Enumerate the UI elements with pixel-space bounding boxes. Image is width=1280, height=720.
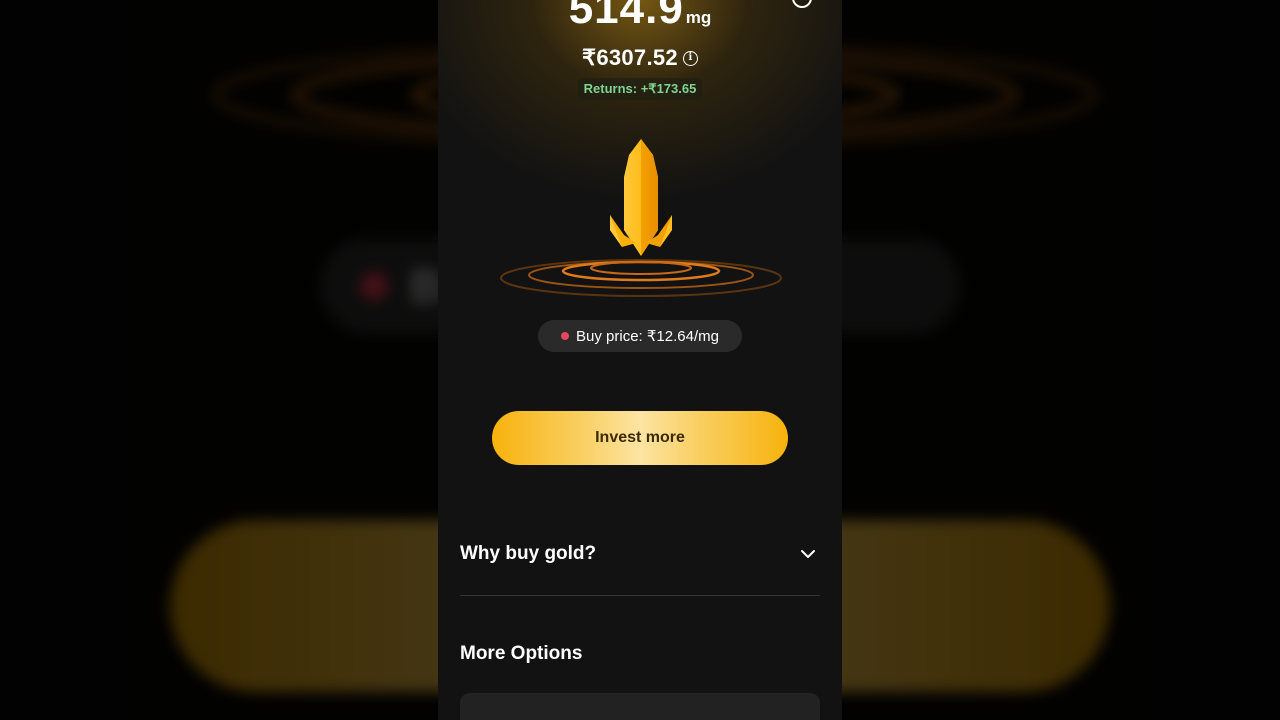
gold-amount-value: 514.9: [568, 0, 684, 33]
current-value: ₹6307.52: [582, 45, 678, 70]
invest-more-button[interactable]: Invest more: [492, 411, 788, 465]
live-dot-icon: [561, 332, 570, 340]
more-options-title: More Options: [460, 643, 583, 664]
screen: B mg 514.9mg ₹6307.52 i Returns: +₹173.6…: [0, 0, 1280, 720]
buy-price-label: Buy price: ₹12.64/mg: [576, 328, 719, 345]
gold-amount-unit: mg: [685, 8, 712, 27]
section-divider: [460, 595, 820, 596]
returns-badge: Returns: +₹173.65: [578, 78, 702, 100]
phone-screen: 514.9 mg ₹6307.52 i Returns: +₹173.65 Bu…: [438, 0, 842, 720]
gold-amount: 514.9 mg: [438, 0, 842, 34]
more-options-card[interactable]: [460, 693, 820, 720]
gold-crystal-icon: [500, 139, 782, 297]
info-icon[interactable]: i: [682, 50, 698, 66]
current-value-row: ₹6307.52 i: [438, 45, 842, 71]
buy-price-chip: Buy price: ₹12.64/mg: [538, 320, 742, 352]
chevron-down-icon: [801, 550, 815, 558]
why-buy-gold-label: Why buy gold?: [460, 543, 597, 564]
why-buy-gold-accordion[interactable]: Why buy gold?: [460, 530, 820, 578]
